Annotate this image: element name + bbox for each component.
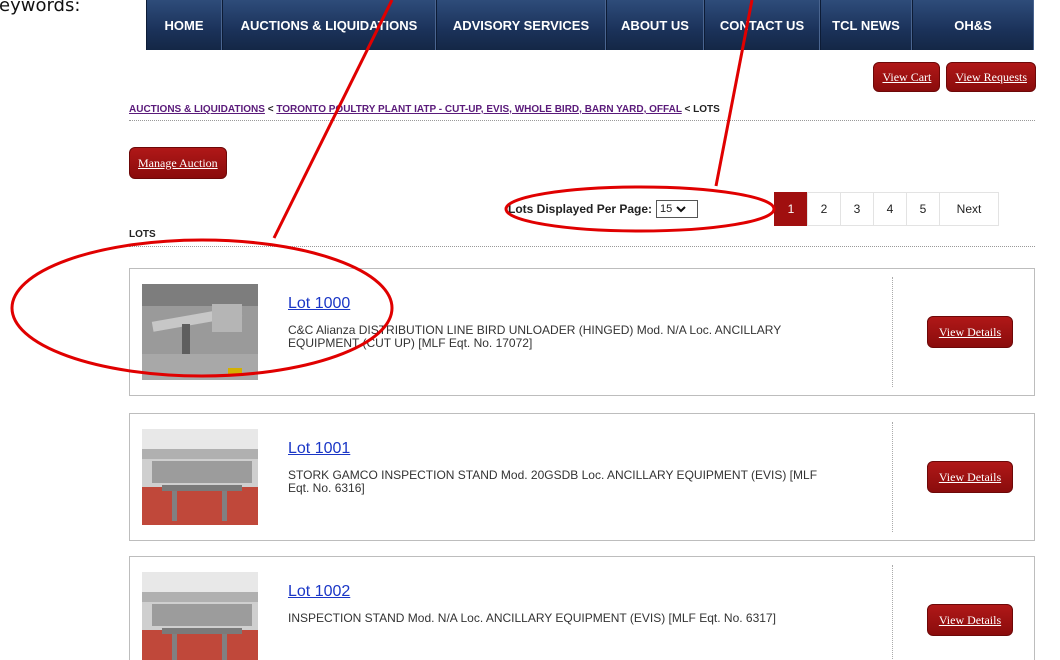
nav-item-news[interactable]: TCL NEWS	[820, 0, 912, 50]
lot-description: C&C Alianza DISTRIBUTION LINE BIRD UNLOA…	[288, 323, 782, 350]
view-details-button[interactable]: View Details	[927, 604, 1013, 636]
breadcrumb: AUCTIONS & LIQUIDATIONS < TORONTO POULTR…	[129, 104, 1035, 121]
lot-description: STORK GAMCO INSPECTION STAND Mod. 20GSDB…	[288, 468, 818, 495]
view-cart-button[interactable]: View Cart	[873, 62, 941, 92]
page-3-button[interactable]: 3	[840, 192, 874, 226]
pagination-bar: Lots Displayed Per Page: 15 1 2 3 4 5 Ne…	[496, 192, 1036, 228]
nav-item-ohs[interactable]: OH&S	[912, 0, 1034, 50]
nav-item-auctions[interactable]: AUCTIONS & LIQUIDATIONS	[222, 0, 436, 50]
lot-description: INSPECTION STAND Mod. N/A Loc. ANCILLARY…	[288, 611, 776, 625]
breadcrumb-separator: <	[267, 104, 274, 115]
cropped-keywords-text: eywords:	[0, 0, 81, 16]
per-page-label: Lots Displayed Per Page:	[508, 202, 653, 216]
page-5-button[interactable]: 5	[906, 192, 940, 226]
breadcrumb-plant-link[interactable]: TORONTO POULTRY PLANT IATP - CUT-UP, EVI…	[276, 104, 681, 115]
page-4-button[interactable]: 4	[873, 192, 907, 226]
lot-title-link[interactable]: Lot 1001	[288, 440, 350, 458]
page-1-button[interactable]: 1	[774, 192, 808, 226]
breadcrumb-current: LOTS	[693, 104, 720, 115]
breadcrumb-separator: <	[684, 104, 691, 115]
view-details-button[interactable]: View Details	[927, 461, 1013, 493]
cart-buttons: View Cart View Requests	[873, 62, 1036, 92]
nav-item-about[interactable]: ABOUT US	[606, 0, 704, 50]
main-navigation: HOME AUCTIONS & LIQUIDATIONS ADVISORY SE…	[146, 0, 1034, 50]
lots-heading: LOTS	[129, 229, 1035, 247]
chevron-down-icon	[676, 205, 687, 212]
lot-title-link[interactable]: Lot 1002	[288, 583, 350, 601]
page-2-button[interactable]: 2	[807, 192, 841, 226]
page-numbers: 1 2 3 4 5 Next	[774, 192, 999, 226]
per-page-value: 15	[660, 203, 673, 215]
view-details-button[interactable]: View Details	[927, 316, 1013, 348]
lot-card: Lot 1001 STORK GAMCO INSPECTION STAND Mo…	[129, 413, 1035, 541]
lot-card: Lot 1000 C&C Alianza DISTRIBUTION LINE B…	[129, 268, 1035, 396]
lot-thumbnail-image[interactable]	[142, 284, 258, 380]
breadcrumb-auctions-link[interactable]: AUCTIONS & LIQUIDATIONS	[129, 104, 265, 115]
lot-divider	[892, 422, 893, 532]
lot-divider	[892, 565, 893, 660]
per-page-control: Lots Displayed Per Page: 15	[508, 192, 699, 226]
lot-title-link[interactable]: Lot 1000	[288, 295, 350, 313]
lot-thumbnail-image[interactable]	[142, 429, 258, 525]
lot-divider	[892, 277, 893, 387]
nav-item-home[interactable]: HOME	[146, 0, 222, 50]
lot-card: Lot 1002 INSPECTION STAND Mod. N/A Loc. …	[129, 556, 1035, 660]
lot-thumbnail-image[interactable]	[142, 572, 258, 660]
manage-auction-button[interactable]: Manage Auction	[129, 147, 227, 179]
nav-item-advisory[interactable]: ADVISORY SERVICES	[436, 0, 606, 50]
nav-item-contact[interactable]: CONTACT US	[704, 0, 820, 50]
next-page-button[interactable]: Next	[939, 192, 999, 226]
per-page-select[interactable]: 15	[656, 200, 699, 218]
view-requests-button[interactable]: View Requests	[946, 62, 1036, 92]
